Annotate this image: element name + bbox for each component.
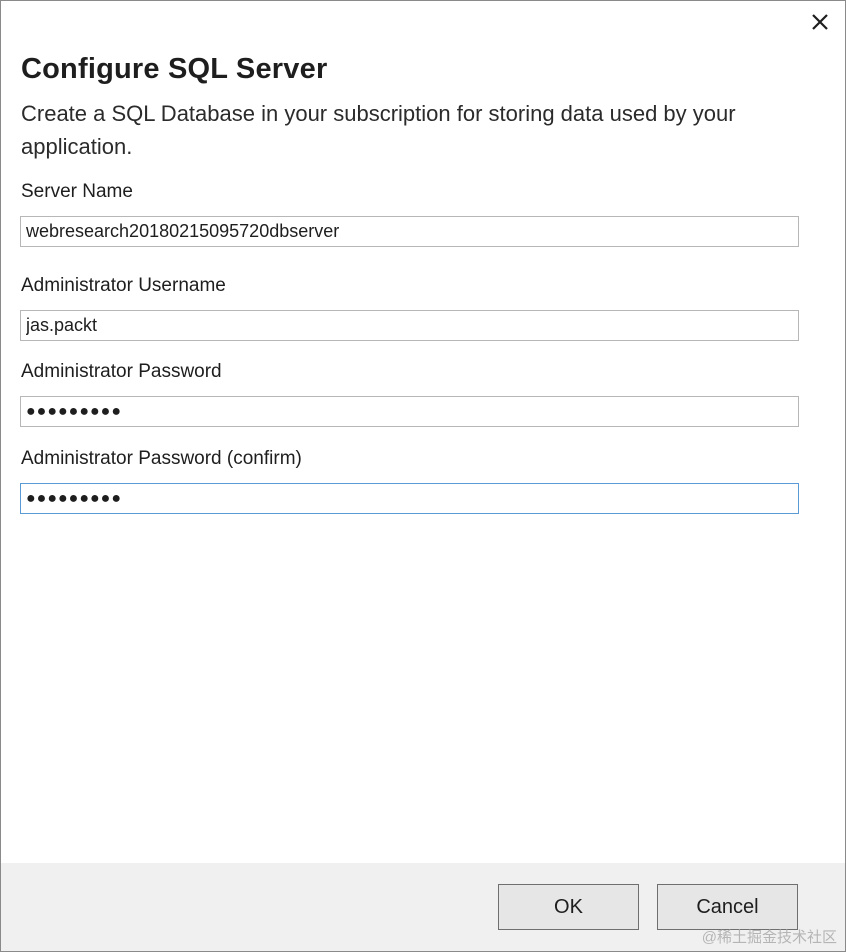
- server-name-label: Server Name: [21, 181, 133, 202]
- admin-password-confirm-label: Administrator Password (confirm): [21, 448, 302, 469]
- dialog-title: Configure SQL Server: [21, 53, 328, 85]
- cancel-button[interactable]: Cancel: [657, 884, 798, 930]
- dialog-description: Create a SQL Database in your subscripti…: [21, 101, 736, 159]
- ok-button[interactable]: OK: [498, 884, 639, 930]
- admin-password-confirm-input[interactable]: [20, 483, 799, 514]
- configure-sql-server-dialog: Configure SQL Server Create a SQL Databa…: [0, 0, 846, 952]
- admin-password-label: Administrator Password: [21, 361, 222, 382]
- admin-password-input[interactable]: [20, 396, 799, 427]
- admin-username-label: Administrator Username: [21, 275, 226, 296]
- close-button[interactable]: [807, 11, 833, 37]
- admin-username-input[interactable]: [20, 310, 799, 341]
- server-name-input[interactable]: [20, 216, 799, 247]
- close-icon: [811, 13, 829, 36]
- watermark: @稀土掘金技术社区: [701, 929, 837, 946]
